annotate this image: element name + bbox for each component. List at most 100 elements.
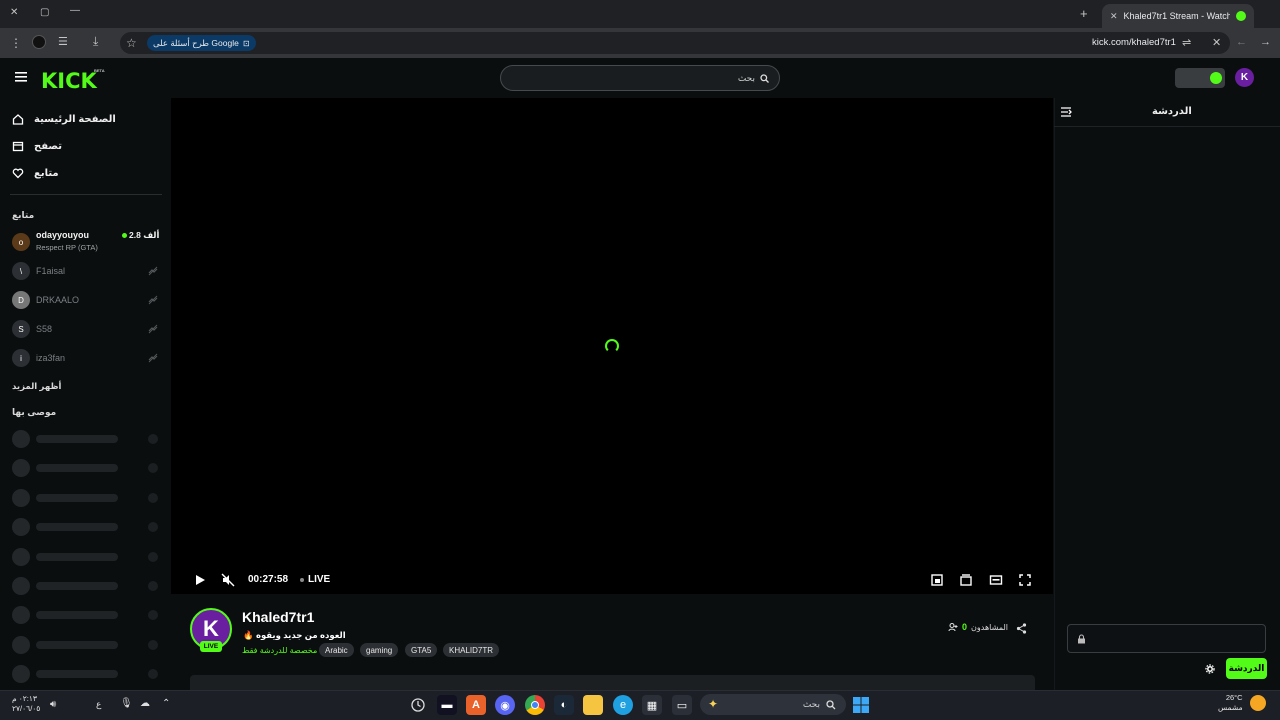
skeleton-bar — [36, 494, 118, 502]
channel-name[interactable]: DRKAALO — [36, 295, 79, 305]
skeleton-dot — [148, 581, 158, 591]
channel-avatar[interactable]: S — [12, 320, 30, 338]
back-icon[interactable]: → — [1260, 36, 1271, 48]
language-indicator[interactable]: ع — [96, 699, 101, 710]
beta-label: BETA — [94, 68, 105, 73]
live-badge: LIVE — [200, 641, 222, 652]
search-input[interactable]: بحث — [500, 65, 780, 91]
close-icon[interactable]: ✕ — [1212, 36, 1221, 49]
taskbar-app-edge-icon[interactable]: e — [613, 695, 633, 715]
menu-dots-icon[interactable]: ⋮ — [10, 36, 22, 50]
miniplayer-icon[interactable] — [930, 573, 944, 587]
recommended-heading: موصى بها — [12, 407, 57, 417]
clip-icon[interactable] — [959, 573, 973, 587]
skeleton-avatar — [12, 577, 30, 595]
green-status-icon — [1210, 72, 1222, 84]
taskbar-app-chrome-icon[interactable] — [525, 695, 545, 715]
sidebar-divider — [10, 194, 162, 195]
taskbar-app-steam-icon[interactable]: ◐ — [554, 695, 574, 715]
tag-chip[interactable]: KHALID7TR — [443, 643, 500, 657]
clock[interactable]: ٠٢:١٣ م ٢٧/٠٦/٠٥ — [12, 694, 40, 714]
bookmark-star-icon[interactable]: ☆ — [126, 36, 137, 50]
forward-icon[interactable]: ← — [1236, 36, 1247, 48]
skeleton-dot — [148, 522, 158, 532]
microphone-icon[interactable]: 🎙︎ — [120, 698, 133, 709]
offline-icon — [148, 324, 158, 334]
user-avatar[interactable]: K — [1235, 68, 1254, 87]
skeleton-avatar — [12, 665, 30, 683]
omnibox[interactable]: ☆ طرح أسئلة على Google ⊡ kick.com/khaled… — [120, 32, 1230, 54]
play-icon[interactable] — [193, 573, 207, 587]
stream-category[interactable]: مخصصة للدردشة فقط — [242, 646, 317, 655]
copilot-sparkle-icon[interactable]: ✦ — [708, 697, 718, 711]
skeleton-bar — [36, 435, 118, 443]
channel-avatar[interactable]: o — [12, 233, 30, 251]
skeleton-dot — [148, 610, 158, 620]
sidebar-item-home[interactable]: الصفحة الرئيسية — [12, 113, 116, 125]
minimize-icon[interactable]: — — [70, 5, 80, 16]
start-button-windows-icon[interactable] — [851, 695, 871, 715]
viewer-count: 0 المشاهدون — [948, 622, 1008, 632]
chat-send-button[interactable]: الدردشة — [1226, 658, 1267, 679]
close-window-icon[interactable]: ✕ — [10, 7, 18, 18]
tray-chevron-up-icon[interactable]: ⌃ — [162, 698, 170, 709]
url-text[interactable]: kick.com/khaled7tr1 — [1092, 37, 1176, 48]
chat-title: الدردشة — [1152, 106, 1192, 117]
tag-chip[interactable]: gaming — [360, 643, 399, 657]
live-indicator[interactable]: LIVE — [300, 574, 330, 585]
toggle-pill[interactable] — [1175, 68, 1225, 88]
sidebar-item-following[interactable]: متابع — [12, 167, 59, 179]
streamer-name[interactable]: Khaled7tr1 — [242, 609, 314, 625]
skeleton-bar — [36, 553, 118, 561]
taskbar-app-store-icon[interactable]: ▦ — [642, 695, 662, 715]
taskbar-app-discord-icon[interactable]: ◉ — [495, 695, 515, 715]
new-tab-icon[interactable]: + — [1080, 6, 1088, 21]
muted-volume-icon[interactable] — [221, 573, 235, 587]
lock-icon — [1078, 634, 1085, 644]
taskbar-app-task-view-icon[interactable]: ▭ — [672, 695, 692, 715]
fullscreen-icon[interactable] — [1018, 573, 1032, 587]
chat-message-input[interactable] — [1067, 624, 1266, 653]
close-tab-icon[interactable]: ✕ — [1110, 11, 1118, 22]
channel-name[interactable]: S58 — [36, 324, 52, 334]
profile-avatar[interactable] — [32, 35, 46, 49]
collapse-chat-icon[interactable] — [1060, 107, 1072, 117]
active-tab[interactable]: Khaled7tr1 Stream - Watch Live ✕ — [1102, 4, 1254, 28]
taskbar-app-file-explorer-icon[interactable] — [583, 695, 603, 715]
site-settings-icon[interactable]: ⇌ — [1182, 36, 1191, 49]
skeleton-avatar — [12, 636, 30, 654]
weather-widget[interactable]: 26°C مشمس — [1218, 693, 1243, 713]
extensions-icon[interactable]: ☰ — [58, 35, 68, 48]
kick-logo[interactable]: KICK — [41, 69, 97, 93]
browser-tab-bar: ✕ ▢ — + Khaled7tr1 Stream - Watch Live ✕ — [0, 0, 1280, 28]
taskbar-app-terminal-icon[interactable]: ▬ — [437, 695, 457, 715]
taskbar-app-clock-icon[interactable] — [408, 695, 428, 715]
taskbar-search[interactable]: بحث — [700, 694, 846, 715]
channel-name[interactable]: iza3fan — [36, 353, 65, 363]
google-lens-chip[interactable]: طرح أسئلة على Google ⊡ — [147, 35, 256, 51]
tab-title: Khaled7tr1 Stream - Watch Live — [1123, 11, 1230, 21]
download-icon[interactable]: ⤓ — [93, 34, 98, 49]
chat-settings-gear-icon[interactable] — [1205, 664, 1215, 674]
channel-name[interactable]: F1aisal — [36, 266, 65, 276]
taskbar-app-editor-icon[interactable]: A — [466, 695, 486, 715]
heart-icon — [12, 168, 24, 179]
tag-chip[interactable]: Arabic — [319, 643, 354, 657]
channel-name[interactable]: odayyouyou — [36, 230, 89, 240]
hamburger-menu-icon[interactable] — [15, 72, 27, 82]
chat-panel — [1054, 98, 1280, 690]
browser-toolbar: ⋮ ☰ ⤓ ☆ طرح أسئلة على Google ⊡ kick.com/… — [0, 28, 1280, 58]
share-icon[interactable] — [1016, 623, 1027, 634]
channel-avatar[interactable]: i — [12, 349, 30, 367]
show-more-link[interactable]: أظهر المزيد — [12, 381, 61, 392]
sidebar-item-browse[interactable]: تصفح — [12, 140, 62, 152]
skeleton-avatar — [12, 489, 30, 507]
theater-mode-icon[interactable] — [989, 573, 1003, 587]
channel-avatar[interactable]: D — [12, 291, 30, 309]
sidebar — [0, 98, 170, 690]
cloud-icon[interactable]: ☁︎ — [140, 698, 150, 709]
tag-chip[interactable]: GTA5 — [405, 643, 438, 657]
maximize-icon[interactable]: ▢ — [40, 7, 49, 18]
speaker-icon[interactable]: 🔊︎ — [50, 699, 56, 710]
channel-avatar[interactable]: \ — [12, 262, 30, 280]
